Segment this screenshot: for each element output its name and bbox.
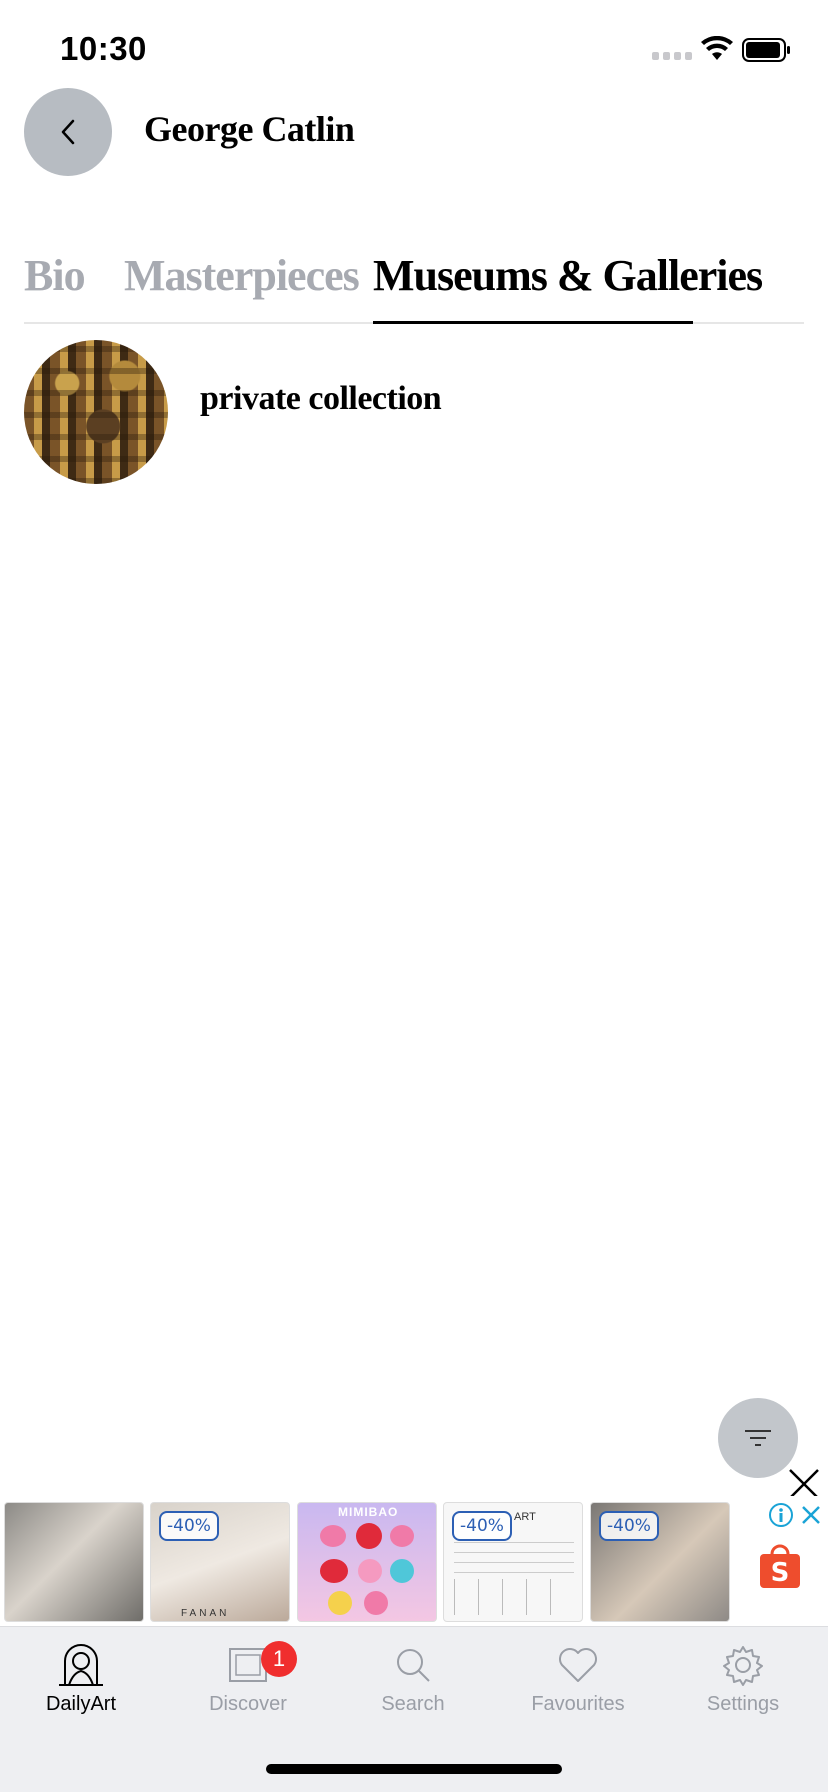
page-title: George Catlin (144, 109, 355, 149)
ad-product-tile[interactable] (4, 1502, 144, 1622)
museum-name: private collection (200, 380, 442, 417)
tab-label: DailyArt (45, 1693, 116, 1715)
ad-choices-close-icon[interactable] (800, 1504, 822, 1526)
chevron-left-icon (61, 119, 75, 145)
ad-product-tile[interactable]: ART -40% (443, 1502, 583, 1622)
tab-dailyart[interactable]: DailyArt (6, 1643, 156, 1743)
search-icon (397, 1649, 430, 1682)
tab-favourites[interactable]: Favourites (503, 1643, 653, 1743)
ad-banner[interactable]: -40% FANAN MIMIBAO ART -40% -40% S (0, 1496, 828, 1624)
museum-thumbnail (24, 340, 168, 484)
ad-product-tile[interactable]: -40% (590, 1502, 730, 1622)
tab-search[interactable]: Search (338, 1643, 488, 1743)
home-indicator (266, 1764, 562, 1774)
tab-settings[interactable]: Settings (668, 1643, 818, 1743)
ad-tile-caption: ART (514, 1511, 536, 1523)
battery-icon (742, 38, 790, 62)
status-bar: 10:30 (0, 0, 828, 90)
tab-label: Favourites (531, 1693, 625, 1715)
shopping-bag-icon[interactable]: S (758, 1542, 802, 1590)
discount-badge: -40% (452, 1511, 512, 1541)
heart-icon (559, 1648, 597, 1682)
tab-label: Discover (209, 1693, 287, 1715)
ad-product-tile[interactable]: -40% FANAN (150, 1502, 290, 1622)
svg-text:S: S (771, 1558, 790, 1588)
ad-product-tile[interactable]: MIMIBAO (297, 1502, 437, 1622)
tab-bio[interactable]: Bio (24, 246, 86, 324)
ad-tile-caption: FANAN (181, 1608, 230, 1619)
section-tabs: Bio Masterpieces Museums & Galleries (24, 246, 804, 324)
tab-label: Search (381, 1693, 445, 1715)
gear-icon (723, 1646, 763, 1686)
info-icon[interactable] (768, 1502, 794, 1528)
list-item[interactable]: private collection (24, 340, 804, 486)
wifi-icon (701, 36, 733, 60)
tab-discover[interactable]: 1 Discover (173, 1641, 323, 1743)
dailyart-icon (59, 1644, 103, 1686)
discount-badge: -40% (599, 1511, 659, 1541)
filter-icon (745, 1430, 771, 1446)
status-time: 10:30 (60, 30, 147, 67)
screen: 10:30 George Catlin Bio Masterpieces Mus… (0, 0, 828, 1792)
notification-badge: 1 (261, 1641, 297, 1677)
active-tab-indicator (373, 321, 693, 324)
tab-masterpieces[interactable]: Masterpieces (124, 246, 360, 324)
back-button[interactable] (24, 88, 112, 176)
cellular-signal-icon (652, 52, 692, 60)
tab-museums-galleries[interactable]: Museums & Galleries (373, 246, 763, 324)
ad-tile-caption: MIMIBAO (338, 1505, 399, 1519)
tab-label: Settings (706, 1693, 780, 1715)
discount-badge: -40% (159, 1511, 219, 1541)
